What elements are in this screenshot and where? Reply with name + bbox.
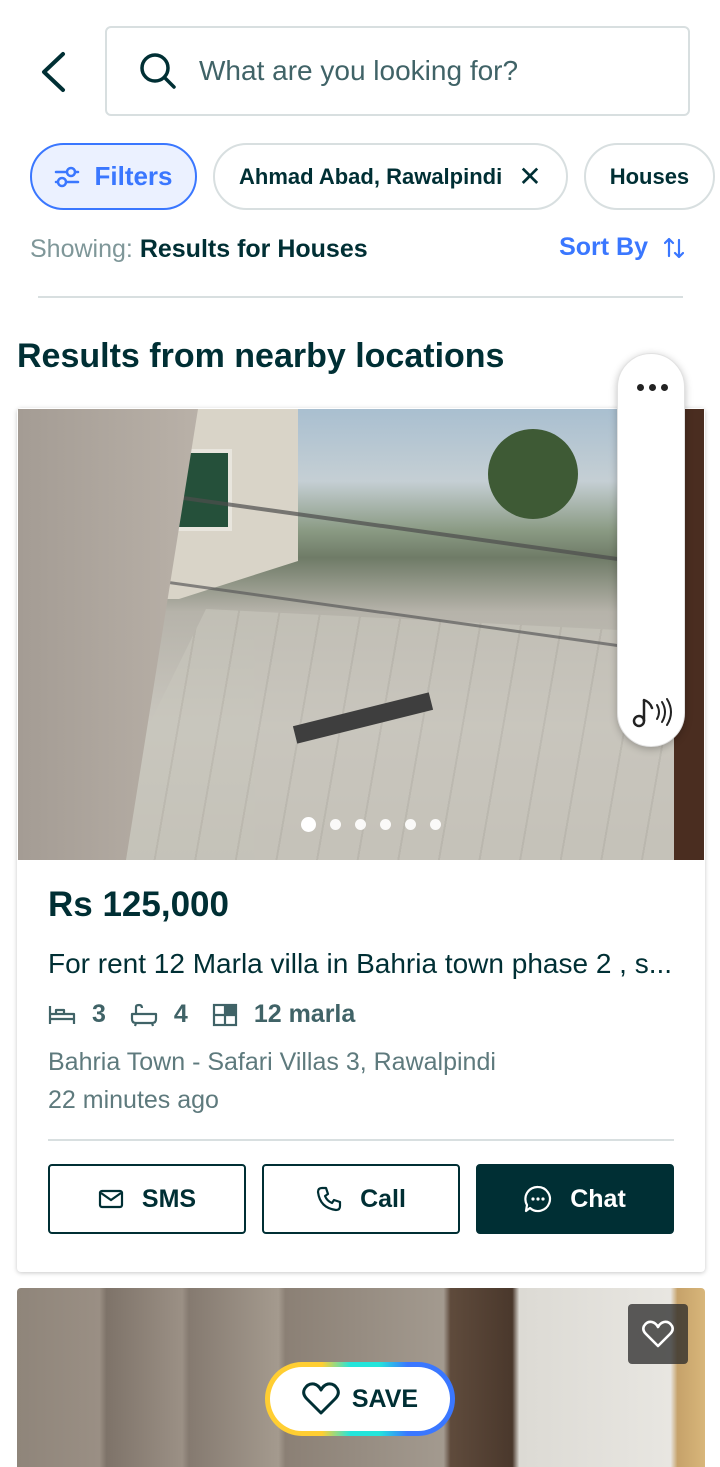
listing-card[interactable]: Rs 125,000 For rent 12 Marla villa in Ba… bbox=[17, 408, 705, 1272]
showing-prefix: Showing: bbox=[30, 235, 133, 263]
baths-spec: 4 bbox=[130, 1000, 188, 1029]
photo-pagination bbox=[301, 817, 441, 832]
baths-count: 4 bbox=[173, 1000, 188, 1028]
filters-chip[interactable]: Filters bbox=[30, 143, 197, 210]
area-icon bbox=[212, 1003, 237, 1026]
save-label: SAVE bbox=[351, 1384, 419, 1413]
listing-specs: 3 4 12 marla bbox=[48, 1000, 379, 1029]
chevron-left-icon bbox=[42, 52, 65, 92]
envelope-icon bbox=[98, 1189, 124, 1209]
music-sound-icon[interactable] bbox=[630, 694, 674, 730]
photo-dot[interactable] bbox=[355, 819, 366, 830]
photo-tree bbox=[488, 429, 578, 519]
listing-price: Rs 125,000 bbox=[48, 885, 229, 924]
location-chip[interactable]: Ahmad Abad, Rawalpindi ✕ bbox=[213, 143, 568, 210]
back-button[interactable] bbox=[28, 44, 78, 100]
photo-dot[interactable] bbox=[405, 819, 416, 830]
beds-count: 3 bbox=[92, 1000, 106, 1028]
call-button[interactable]: Call bbox=[262, 1164, 460, 1234]
search-icon bbox=[140, 53, 176, 89]
sort-by-button[interactable]: Sort By bbox=[559, 233, 684, 262]
chat-label: Chat bbox=[570, 1184, 626, 1213]
search-input[interactable] bbox=[199, 55, 639, 87]
sliders-icon bbox=[55, 166, 80, 187]
photo-dot[interactable] bbox=[301, 817, 316, 832]
clear-location-icon[interactable]: ✕ bbox=[518, 160, 541, 193]
area-spec: 12 marla bbox=[212, 1000, 355, 1029]
filters-label: Filters bbox=[94, 161, 173, 191]
photo-dot[interactable] bbox=[380, 819, 391, 830]
photo-dot[interactable] bbox=[430, 819, 441, 830]
sms-label: SMS bbox=[141, 1184, 197, 1213]
divider bbox=[38, 296, 683, 298]
more-options-icon[interactable] bbox=[618, 372, 686, 402]
heart-outline-icon bbox=[302, 1382, 340, 1415]
filter-chips: Filters Ahmad Abad, Rawalpindi ✕ Houses bbox=[30, 143, 716, 210]
category-chip-label: Houses bbox=[609, 163, 690, 189]
section-title: Results from nearby locations bbox=[17, 337, 505, 375]
listing-title[interactable]: For rent 12 Marla villa in Bahria town p… bbox=[48, 948, 678, 980]
card-divider bbox=[48, 1139, 674, 1141]
results-summary: Showing: Results for Houses bbox=[30, 235, 368, 264]
showing-value: Results for Houses bbox=[139, 235, 368, 263]
photo-dot[interactable] bbox=[330, 819, 341, 830]
chat-button[interactable]: Chat bbox=[476, 1164, 674, 1234]
contact-actions: SMS Call Chat bbox=[48, 1164, 674, 1234]
bed-icon bbox=[48, 1005, 76, 1024]
search-bar[interactable] bbox=[105, 26, 690, 116]
chat-bubble-icon bbox=[524, 1185, 552, 1213]
floating-toolbar bbox=[617, 353, 685, 747]
bathtub-icon bbox=[130, 1003, 158, 1026]
save-button-inner: SAVE bbox=[270, 1367, 450, 1431]
heart-icon bbox=[642, 1320, 674, 1348]
save-button[interactable]: SAVE bbox=[265, 1362, 455, 1436]
listing-photo[interactable] bbox=[18, 409, 704, 860]
area-value: 12 marla bbox=[253, 1000, 356, 1028]
favorite-button[interactable] bbox=[628, 1304, 688, 1364]
sort-by-label: Sort By bbox=[559, 233, 648, 261]
category-chip[interactable]: Houses bbox=[583, 143, 716, 210]
call-label: Call bbox=[360, 1184, 406, 1213]
sort-arrows-icon bbox=[664, 237, 684, 258]
beds-spec: 3 bbox=[48, 1000, 106, 1029]
listing-posted-time: 22 minutes ago bbox=[48, 1086, 219, 1114]
listing-location: Bahria Town - Safari Villas 3, Rawalpind… bbox=[48, 1048, 496, 1076]
phone-icon bbox=[316, 1186, 342, 1212]
location-chip-label: Ahmad Abad, Rawalpindi bbox=[239, 163, 503, 189]
sms-button[interactable]: SMS bbox=[48, 1164, 246, 1234]
